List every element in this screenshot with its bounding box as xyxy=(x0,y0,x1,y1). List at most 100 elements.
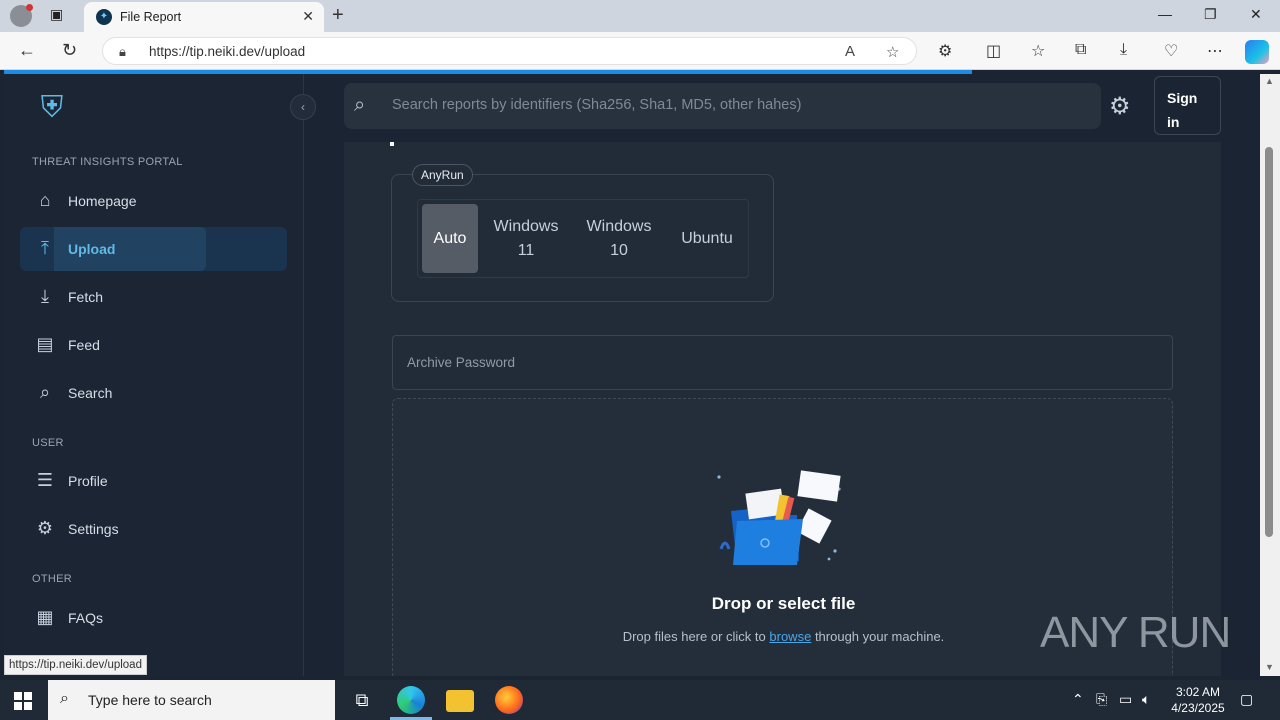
sidebar-item-label: FAQs xyxy=(68,610,104,626)
sidebar-item-upload[interactable]: ⤒ Upload xyxy=(20,227,287,271)
upload-icon: ⤒ xyxy=(41,238,49,258)
faq-icon: ▦ xyxy=(36,607,54,627)
sidebar-item-label: Search xyxy=(68,385,113,401)
settings-gear-icon[interactable]: ⚙ xyxy=(1109,92,1131,121)
sidebar-item-faqs[interactable]: ▦ FAQs xyxy=(20,596,287,640)
notifications-icon[interactable]: ▢ xyxy=(1240,691,1253,708)
back-icon[interactable]: ← xyxy=(18,40,36,61)
sidebar-item-label: Feed xyxy=(68,337,100,353)
page-scrollbar[interactable]: ▲ ▼ xyxy=(1260,74,1280,676)
sidebar-item-label: Fetch xyxy=(68,289,104,305)
new-tab-icon[interactable]: + xyxy=(332,4,344,27)
upload-card: AnyRun Auto Windows 11 Windows 10 Ubuntu A… xyxy=(344,142,1221,676)
start-windows-icon[interactable] xyxy=(14,692,32,710)
section-label-other: OTHER xyxy=(32,573,72,585)
sidebar-collapse-button[interactable]: ‹ xyxy=(290,94,316,120)
windows-taskbar: ⌕ Type here to search ⧉ ⌃ ⎘ ▭ 🔈︎ 3:02 AM… xyxy=(0,680,1280,720)
os-toggle-group: Auto Windows 11 Windows 10 Ubuntu xyxy=(417,199,749,278)
network-icon[interactable]: ▭ xyxy=(1119,691,1132,708)
os-option-auto[interactable]: Auto xyxy=(422,204,478,273)
search-icon: ⌕ xyxy=(60,690,69,707)
bullet-mark xyxy=(390,142,394,146)
sidebar-item-homepage[interactable]: ⌂ Homepage xyxy=(20,179,287,223)
tab-close-icon[interactable]: ✕ xyxy=(302,8,314,25)
search-icon: ⌕ xyxy=(39,382,51,402)
link-status-tooltip: https://tip.neiki.dev/upload xyxy=(4,655,147,675)
os-option-label: Ubuntu xyxy=(681,230,733,247)
sandbox-label: AnyRun xyxy=(412,164,473,186)
os-option-windows-10[interactable]: Windows 10 xyxy=(581,204,657,273)
scroll-up-icon[interactable]: ▲ xyxy=(1265,76,1274,86)
lock-icon: 🔒︎ xyxy=(119,44,126,59)
split-screen-icon[interactable]: ◫ xyxy=(986,41,1001,61)
more-menu-icon[interactable]: ⋯ xyxy=(1207,41,1223,61)
sign-in-label-2: in xyxy=(1167,114,1180,130)
search-placeholder: Search reports by identifiers (Sha256, S… xyxy=(392,97,802,113)
taskbar-clock[interactable]: 3:02 AM 4/23/2025 xyxy=(1163,684,1233,716)
tab-actions-icon[interactable]: ▣ xyxy=(50,6,70,26)
browser-tab-bar: ▣ ✦ File Report ✕ + — ❐ ✕ xyxy=(0,0,1280,32)
dropzone-sub-after: through your machine. xyxy=(814,629,945,644)
sidebar-item-label: Upload xyxy=(68,241,116,257)
clock-date: 4/23/2025 xyxy=(1171,701,1225,715)
os-option-label: Windows xyxy=(586,218,652,235)
downloads-icon[interactable]: ⤓ xyxy=(1120,41,1127,59)
os-option-version: 10 xyxy=(610,242,628,259)
main-content: AnyRun Auto Windows 11 Windows 10 Ubuntu A… xyxy=(304,74,1260,676)
sidebar-item-search[interactable]: ⌕ Search xyxy=(20,371,287,415)
sidebar-item-settings[interactable]: ⚙ Settings xyxy=(20,507,287,551)
taskbar-search-text: Type here to search xyxy=(88,692,212,708)
dropzone-sub-before: Drop files here or click to xyxy=(622,629,766,644)
edge-browser-icon[interactable] xyxy=(397,686,425,714)
archive-password-placeholder: Archive Password xyxy=(407,355,516,370)
tray-chevron-icon[interactable]: ⌃ xyxy=(1072,691,1084,708)
browser-tab[interactable]: ✦ File Report ✕ xyxy=(84,2,324,32)
sidebar-item-label: Profile xyxy=(68,473,108,489)
scroll-down-icon[interactable]: ▼ xyxy=(1265,662,1274,672)
close-window-icon[interactable]: ✕ xyxy=(1250,6,1262,23)
browser-essentials-icon[interactable]: ♡ xyxy=(1164,41,1178,61)
url-field[interactable]: 🔒︎ https://tip.neiki.dev/upload A ☆ xyxy=(102,37,917,65)
os-option-windows-11[interactable]: Windows 11 xyxy=(488,204,564,273)
anyrun-watermark: ANY RUN xyxy=(1040,608,1231,657)
copilot-icon[interactable] xyxy=(1245,40,1269,64)
tray-app-icon[interactable]: ⎘ xyxy=(1096,691,1107,708)
volume-icon[interactable]: 🔈︎ xyxy=(1142,691,1150,708)
sidebar-item-profile[interactable]: ☰ Profile xyxy=(20,459,287,503)
sidebar: ⛨ THREAT INSIGHTS PORTAL ⌂ Homepage ⤒ Up… xyxy=(4,74,304,676)
profile-avatar-icon[interactable] xyxy=(10,4,33,27)
extensions-icon[interactable]: ⚙ xyxy=(938,41,952,61)
favorites-icon[interactable]: ☆ xyxy=(1031,41,1045,61)
search-icon: ⌕ xyxy=(354,94,366,116)
section-label-portal: THREAT INSIGHTS PORTAL xyxy=(32,156,183,168)
collections-icon[interactable]: ⧉ xyxy=(1075,41,1086,59)
minimize-icon[interactable]: — xyxy=(1158,6,1172,22)
os-option-label: Auto xyxy=(433,230,467,247)
scroll-thumb[interactable] xyxy=(1265,147,1273,537)
firefox-icon[interactable] xyxy=(495,686,523,714)
os-option-label: Windows xyxy=(493,218,559,235)
clock-time: 3:02 AM xyxy=(1175,685,1221,699)
browse-link[interactable]: browse xyxy=(769,629,811,644)
site-favicon-icon: ✦ xyxy=(96,9,112,25)
profile-icon: ☰ xyxy=(36,470,54,490)
archive-password-field[interactable]: Archive Password xyxy=(392,335,1173,390)
os-option-ubuntu[interactable]: Ubuntu xyxy=(674,204,740,273)
sign-in-button[interactable]: Sign in xyxy=(1154,76,1221,135)
address-bar-row: ← ↻ 🔒︎ https://tip.neiki.dev/upload A ☆ … xyxy=(0,32,1280,70)
sidebar-item-feed[interactable]: ▤ Feed xyxy=(20,323,287,367)
section-label-user: USER xyxy=(32,437,64,449)
task-view-icon[interactable]: ⧉ xyxy=(348,686,376,714)
refresh-icon[interactable]: ↻ xyxy=(62,40,77,61)
restore-icon[interactable]: ❐ xyxy=(1204,6,1217,23)
taskbar-search-box[interactable]: ⌕ Type here to search xyxy=(48,680,335,720)
favorite-star-icon[interactable]: ☆ xyxy=(886,43,899,61)
folder-upload-illustration xyxy=(717,470,841,565)
sign-in-label: Sign xyxy=(1167,90,1198,106)
home-icon: ⌂ xyxy=(39,190,51,210)
read-aloud-icon[interactable]: A xyxy=(845,43,855,60)
sidebar-item-fetch[interactable]: ⤓ Fetch xyxy=(20,275,287,319)
site-logo-icon[interactable]: ⛨ xyxy=(34,90,70,126)
file-explorer-icon[interactable] xyxy=(446,690,474,712)
report-search-input[interactable]: ⌕ Search reports by identifiers (Sha256,… xyxy=(344,83,1101,129)
